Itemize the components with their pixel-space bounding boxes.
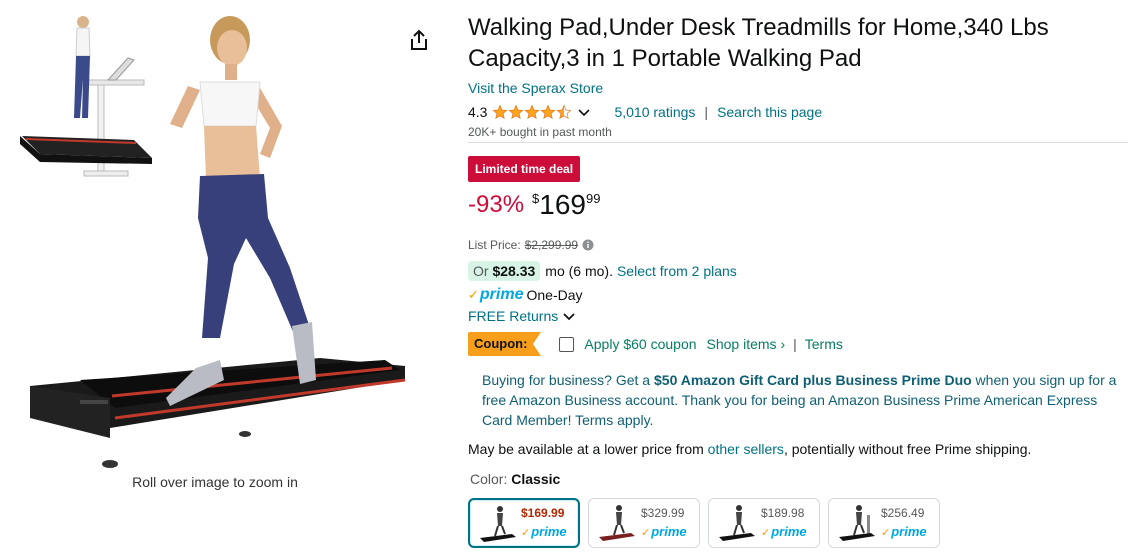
coupon-separator: | [793,336,797,352]
prime-word: prime [479,286,524,303]
color-swatch[interactable]: $169.99 ✓ prime [468,498,580,548]
monthly-term: mo (6 mo). [545,263,613,279]
treadmill-thumbnail-icon [719,505,755,541]
monthly-payment: Or $28.33 mo (6 mo). Select from 2 plans [468,261,737,281]
prime-check-icon: ✓ [641,527,651,539]
image-column: Roll over image to zoom in [0,0,440,554]
free-returns[interactable]: FREE Returns [468,308,575,324]
prime-check-icon: ✓ [881,527,891,539]
color-label-text: Color: [470,471,508,487]
list-price-value: $2,299.99 [524,238,579,252]
swatch-price: $256.49 [881,506,925,520]
list-price-label: List Price: [468,238,521,252]
prime-check-icon: ✓ [468,287,479,302]
treadmill-thumbnail-icon [839,505,875,541]
star-icon [540,104,556,119]
prime-check-icon: ✓ [761,527,771,539]
color-swatch[interactable]: $329.99 ✓ prime [588,498,700,548]
zoom-hint: Roll over image to zoom in [132,474,298,490]
discount-percent: -93% [468,191,525,218]
coupon-notch [533,332,542,356]
swatch-prime-logo: ✓ prime [761,524,807,539]
half-star-icon [556,104,572,119]
search-this-page-link[interactable]: Search this page [717,104,822,120]
coupon-terms-link[interactable]: Terms [805,336,843,352]
prime-shipping: ✓ prime One-Day [468,286,583,304]
color-label: Color: Classic [470,471,560,487]
lower-price-prefix: May be available at a lower price from [468,441,708,457]
coupon-row: Coupon: Apply $60 coupon Shop items › | … [468,332,843,356]
prime-word: prime [891,524,927,539]
color-swatch[interactable]: $189.98 ✓ prime [708,498,820,548]
other-sellers-link[interactable]: other sellers [708,441,784,457]
price-currency: $ [532,191,540,206]
chevron-down-icon[interactable] [578,106,591,118]
business-offer-prefix: Buying for business? Get a [482,372,654,388]
separator: | [704,104,709,120]
prime-word: prime [531,524,567,539]
price-fraction: 99 [585,191,601,206]
color-swatch[interactable]: $256.49 ✓ prime [828,498,940,548]
star-icon [508,104,524,119]
star-icon [492,104,508,119]
info-icon[interactable] [582,239,594,251]
swatch-price: $169.99 [521,506,565,520]
product-main-image [30,16,406,468]
treadmill-thumbnail-icon [480,506,516,542]
deal-badge: Limited time deal [468,156,581,182]
bought-count: 20K+ bought in past month [468,125,612,139]
swatch-prime-logo: ✓ prime [521,524,567,539]
swatch-price: $329.99 [641,506,685,520]
product-info: Walking Pad,Under Desk Treadmills for Ho… [468,12,1128,548]
rating-value: 4.3 [468,104,488,120]
color-selected: Classic [511,471,561,487]
prime-word: prime [651,524,687,539]
monthly-amount: $28.33 [492,263,536,279]
apply-coupon-label[interactable]: Apply $60 coupon [584,336,696,352]
star-icon [524,104,540,119]
color-swatches: $169.99 ✓ prime $329.99 ✓ prime $189.98 ✓ p… [468,498,948,548]
price-row: -93% $ 169 99 [468,188,600,228]
product-title: Walking Pad,Under Desk Treadmills for Ho… [468,14,1049,72]
prime-word: prime [771,524,807,539]
share-icon[interactable] [407,28,431,52]
prime-logo: ✓ prime [468,286,523,304]
treadmill-thumbnail-icon [599,505,635,541]
swatch-price: $189.98 [761,506,805,520]
lower-price-note: May be available at a lower price from o… [468,441,1031,457]
business-offer[interactable]: Buying for business? Get a $50 Amazon Gi… [482,370,1122,430]
monthly-pill: Or $28.33 [468,261,541,281]
coupon-checkbox[interactable] [559,336,575,352]
star-rating[interactable] [492,104,572,120]
list-price: List Price: $2,299.99 [468,238,594,252]
coupon-badge: Coupon: [468,332,534,356]
select-plans-link[interactable]: Select from 2 plans [617,263,737,279]
monthly-or: Or [473,263,489,279]
divider [468,142,1128,143]
lower-price-suffix: , potentially without free Prime shippin… [783,441,1032,457]
free-returns-label: FREE Returns [468,308,559,324]
swatch-prime-logo: ✓ prime [881,524,927,539]
one-day-label: One-Day [526,287,583,303]
price-whole: 169 [539,189,586,220]
store-link[interactable]: Visit the Sperax Store [468,80,603,96]
business-offer-bold: $50 Amazon Gift Card plus Business Prime… [654,372,972,388]
shop-items-link[interactable]: Shop items › [707,336,786,352]
rating-row: 4.3 5,010 ratings | Search this page [468,102,1128,122]
swatch-prime-logo: ✓ prime [641,524,687,539]
prime-check-icon: ✓ [521,527,531,539]
chevron-down-icon [563,313,575,321]
ratings-count-link[interactable]: 5,010 ratings [614,104,695,120]
